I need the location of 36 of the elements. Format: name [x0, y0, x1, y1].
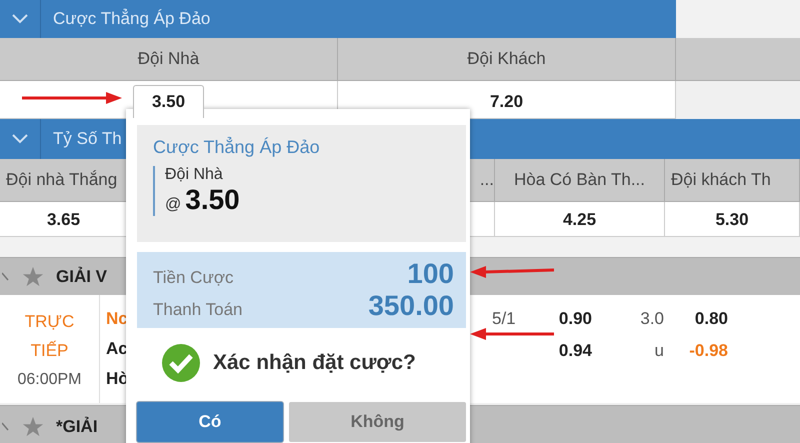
team-name[interactable]: Ac — [106, 339, 128, 359]
payout-amount: 350.00 — [368, 290, 454, 322]
total-value: u — [654, 341, 664, 360]
star-icon[interactable] — [22, 266, 44, 288]
league-title: GIẢI V — [56, 266, 108, 286]
odds-value: 3.50 — [185, 184, 240, 216]
column-header: ... — [480, 170, 494, 190]
at-sign: @ — [165, 196, 182, 214]
section-title: Cược Thẳng Áp Đảo — [53, 9, 210, 29]
odds-value[interactable]: 5.30 — [715, 210, 749, 230]
handicap-value: 5/1 — [492, 309, 516, 328]
odds-value[interactable]: 3.50 — [132, 85, 204, 118]
column-header: Đội Nhà — [138, 49, 200, 69]
league-title: *GIẢI — [56, 416, 98, 436]
selection-name: Đội Nhà — [165, 166, 224, 184]
column-header: Đội khách Th — [671, 170, 771, 190]
odds-value[interactable]: 0.94 — [558, 341, 592, 360]
odds-value[interactable]: 0.90 — [558, 309, 592, 328]
section-title: Tỷ Số Th — [53, 129, 122, 149]
odds-value[interactable]: 7.20 — [490, 92, 524, 112]
payout-label: Thanh Toán — [153, 300, 242, 320]
column-header: Đội Khách — [467, 49, 546, 69]
confirm-question: Xác nhận đặt cược? — [213, 351, 416, 375]
stake-label: Tiền Cược — [153, 268, 234, 288]
bet-slip-title: Cược Thẳng Áp Đảo — [153, 137, 321, 158]
column-header: Hòa Có Bàn Th... — [514, 170, 646, 190]
match-time: 06:00PM — [17, 371, 82, 389]
odds-value[interactable]: 3.65 — [46, 210, 80, 230]
check-circle-icon — [161, 343, 201, 383]
yes-button[interactable]: Có — [137, 402, 283, 442]
live-status: TRỰC TIẾP — [24, 311, 76, 362]
odds-value[interactable]: 0.80 — [694, 309, 728, 328]
odds-value[interactable]: 4.25 — [562, 210, 596, 230]
column-header: Đội nhà Thắng — [6, 170, 118, 190]
total-value: 3.0 — [640, 309, 664, 328]
star-icon[interactable] — [22, 416, 44, 438]
